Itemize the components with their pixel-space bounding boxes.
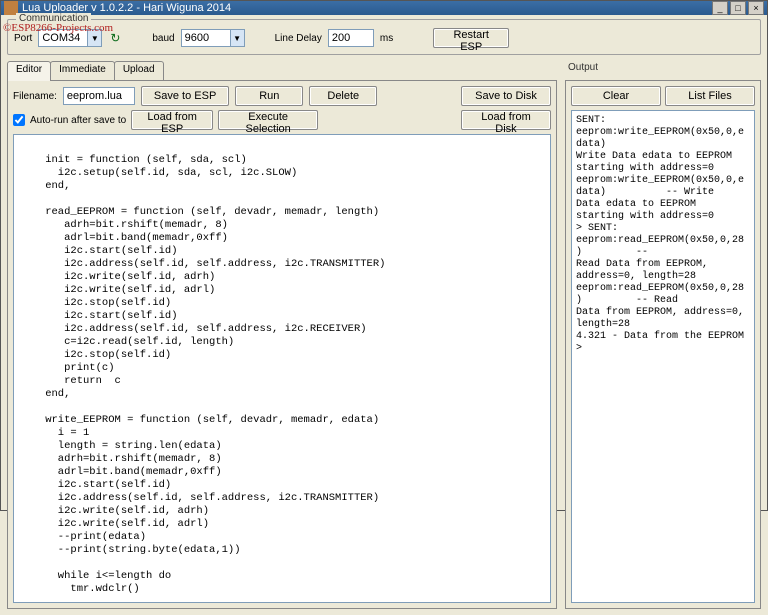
baud-combo[interactable]: ▼: [181, 29, 245, 47]
editor-toolbar-1: Filename: Save to ESP Run Delete Save to…: [13, 86, 551, 106]
tabs: Editor Immediate Upload: [7, 61, 557, 81]
baud-dropdown-icon[interactable]: ▼: [231, 29, 245, 47]
body-row: Editor Immediate Upload Filename: Save t…: [7, 61, 761, 609]
list-files-button[interactable]: List Files: [665, 86, 755, 106]
delay-label: Line Delay: [275, 33, 322, 44]
tab-editor[interactable]: Editor: [7, 61, 51, 81]
output-legend: Output: [565, 62, 601, 73]
baud-select[interactable]: [181, 29, 231, 47]
load-from-esp-button[interactable]: Load from ESP: [131, 110, 213, 130]
execute-selection-button[interactable]: Execute Selection: [218, 110, 318, 130]
autorun-checkbox[interactable]: [13, 114, 25, 126]
delete-button[interactable]: Delete: [309, 86, 377, 106]
editor-panel: Filename: Save to ESP Run Delete Save to…: [7, 80, 557, 609]
content-area: Communication Port ▼ ↻ baud ▼ Line Delay…: [1, 15, 767, 615]
line-delay-input[interactable]: [328, 29, 374, 47]
ms-label: ms: [380, 33, 393, 44]
minimize-button[interactable]: _: [712, 1, 728, 15]
window-buttons: _ □ ×: [712, 1, 764, 15]
title-bar: Lua Uploader v 1.0.2.2 - Hari Wiguna 201…: [1, 1, 767, 15]
left-column: Editor Immediate Upload Filename: Save t…: [7, 61, 557, 609]
comm-row: Port ▼ ↻ baud ▼ Line Delay ms Restart ES…: [14, 28, 754, 48]
close-button[interactable]: ×: [748, 1, 764, 15]
app-window: Lua Uploader v 1.0.2.2 - Hari Wiguna 201…: [0, 0, 768, 511]
save-to-disk-button[interactable]: Save to Disk: [461, 86, 551, 106]
code-editor[interactable]: init = function (self, sda, scl) i2c.set…: [13, 134, 551, 603]
maximize-button[interactable]: □: [730, 1, 746, 15]
load-from-disk-button[interactable]: Load from Disk: [461, 110, 551, 130]
output-buttons: Clear List Files: [571, 86, 755, 106]
tab-upload[interactable]: Upload: [114, 61, 164, 81]
output-area[interactable]: SENT: eeprom:write_EEPROM(0x50,0,edata) …: [571, 110, 755, 603]
autorun-label: Auto-run after save to: [30, 115, 126, 126]
filename-label: Filename:: [13, 91, 57, 102]
tab-immediate[interactable]: Immediate: [50, 61, 115, 81]
output-panel: Clear List Files SENT: eeprom:write_EEPR…: [565, 80, 761, 609]
communication-group: Communication Port ▼ ↻ baud ▼ Line Delay…: [7, 19, 761, 55]
output-header: Output: [565, 61, 761, 80]
clear-button[interactable]: Clear: [571, 86, 661, 106]
save-to-esp-button[interactable]: Save to ESP: [141, 86, 229, 106]
port-label: Port: [14, 33, 32, 44]
run-button[interactable]: Run: [235, 86, 303, 106]
right-column: Output Clear List Files SENT: eeprom:wri…: [565, 61, 761, 609]
watermark-text: ©ESP8266-Projects.com: [3, 22, 113, 34]
editor-toolbar-2: Auto-run after save to Load from ESP Exe…: [13, 110, 551, 130]
baud-label: baud: [152, 33, 174, 44]
filename-input[interactable]: [63, 87, 135, 105]
restart-esp-button[interactable]: Restart ESP: [433, 28, 509, 48]
window-title: Lua Uploader v 1.0.2.2 - Hari Wiguna 201…: [22, 2, 712, 14]
